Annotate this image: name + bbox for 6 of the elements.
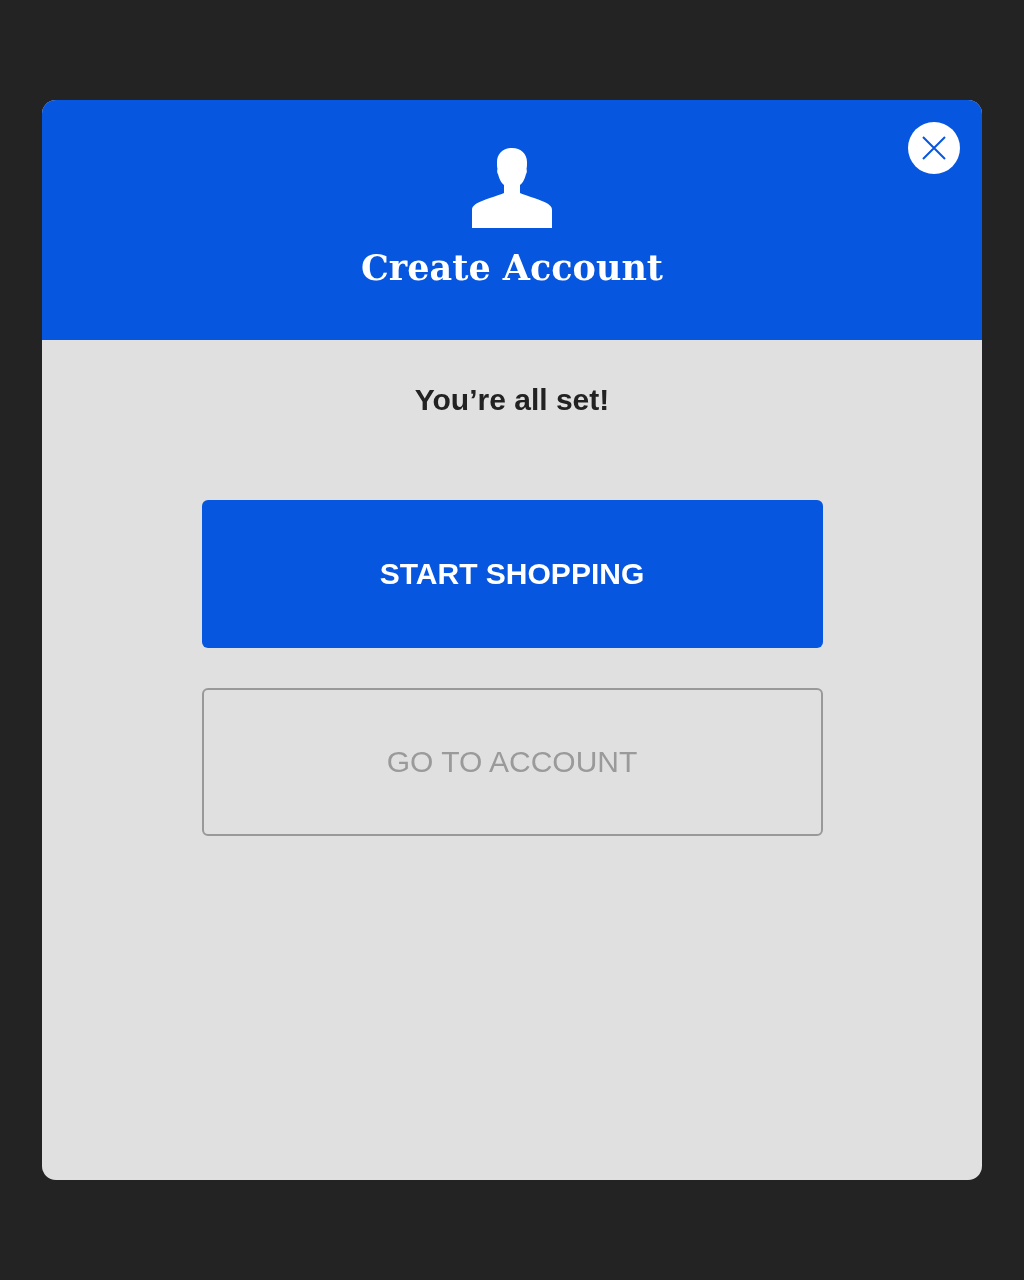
success-message: You’re all set!: [414, 382, 610, 418]
close-button[interactable]: [908, 122, 960, 174]
primary-button[interactable]: START SHOPPING: [201, 500, 823, 648]
close-icon: [922, 136, 946, 160]
person-silhouette-icon: [472, 148, 552, 228]
dialog-title: Create Account: [360, 248, 663, 288]
